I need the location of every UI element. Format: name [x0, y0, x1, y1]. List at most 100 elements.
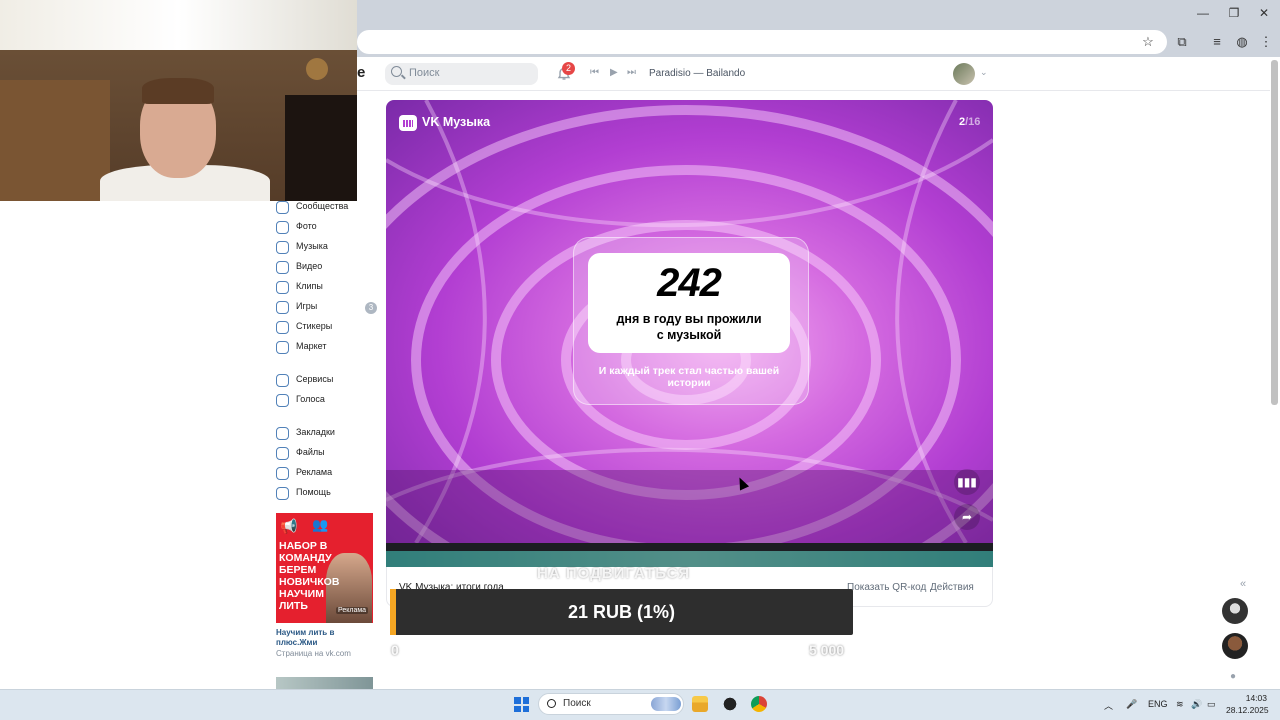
play-icon[interactable]: ▶: [610, 67, 618, 78]
address-field[interactable]: [357, 30, 1167, 54]
sidebar-item-photos[interactable]: Фото: [276, 218, 380, 238]
sidebar-item-market[interactable]: Маркет: [276, 338, 380, 358]
story-counter-total: /16: [965, 116, 981, 128]
gamepad-icon: [276, 301, 289, 314]
games-count-badge: 3: [365, 302, 377, 314]
now-playing-track[interactable]: Paradisio — Bailando: [649, 68, 745, 79]
equalizer-icon[interactable]: ▮▮▮: [954, 469, 980, 495]
obs-icon[interactable]: [722, 696, 738, 712]
language-indicator[interactable]: ENG: [1148, 699, 1168, 709]
search-icon: [547, 699, 556, 708]
chat-avatar[interactable]: [1222, 598, 1248, 624]
ad-headline: НАБОР В КОМАНДУ БЕРЕМ НОВИЧКОВ НАУЧИМ ЛИ…: [279, 540, 340, 612]
media-control-icon[interactable]: ≡: [1208, 33, 1226, 51]
sidebar-item-video[interactable]: Видео: [276, 258, 380, 278]
share-icon[interactable]: ➦: [954, 504, 980, 530]
ad-title[interactable]: Научим лить в плюс.Жми: [276, 628, 376, 648]
next-track-icon[interactable]: ⏭: [627, 67, 636, 78]
profile-icon[interactable]: ◍: [1233, 33, 1251, 51]
sidebar-item-files[interactable]: Файлы: [276, 444, 380, 464]
battery-icon[interactable]: ▭: [1207, 699, 1216, 710]
chevron-up-icon[interactable]: ︿: [1104, 699, 1113, 712]
chevron-double-left-icon[interactable]: «: [1240, 578, 1246, 590]
ad-source: Страница на vk.com: [276, 649, 351, 658]
sidebar-item-label: Закладки: [296, 427, 335, 437]
volume-icon[interactable]: 🔊: [1191, 699, 1202, 710]
search-placeholder: Поиск: [409, 67, 440, 79]
file-explorer-icon[interactable]: [692, 696, 708, 712]
taskbar-search[interactable]: Поиск: [538, 693, 684, 715]
actions-dropdown[interactable]: Действия: [930, 582, 974, 593]
chat-bubble-icon[interactable]: ●: [1230, 671, 1236, 682]
sidebar-item-label: Маркет: [296, 341, 327, 351]
sidebar-item-label: Клипы: [296, 281, 323, 291]
sidebar-item-label: Стикеры: [296, 321, 333, 331]
sidebar-item-label: Голоса: [296, 394, 325, 404]
wifi-icon[interactable]: ≋: [1176, 699, 1184, 710]
windows-start-icon[interactable]: [514, 697, 529, 712]
bag-icon: [276, 341, 289, 354]
show-qr-link[interactable]: Показать QR-код: [847, 582, 926, 593]
sidebar-item-label: Файлы: [296, 447, 325, 457]
sidebar-item-music[interactable]: Музыка: [276, 238, 380, 258]
photo-icon: [276, 221, 289, 234]
chrome-icon[interactable]: [751, 696, 767, 712]
close-icon[interactable]: ✕: [1252, 4, 1276, 22]
sidebar-item-label: Реклама: [296, 467, 333, 477]
minimize-icon[interactable]: —: [1191, 4, 1215, 22]
sidebar-item-label: Сервисы: [296, 374, 334, 384]
coin-icon: [276, 394, 289, 407]
scrollbar[interactable]: [1271, 60, 1278, 405]
donation-progress-bar: 21 RUB (1%): [390, 589, 853, 635]
sidebar-item-bookmarks[interactable]: Закладки: [276, 424, 380, 444]
webcam-overlay: [0, 0, 357, 201]
stat-label-line2: с музыкой: [656, 328, 722, 342]
donation-min: 0: [391, 642, 399, 658]
vk-logo[interactable]: e: [357, 64, 365, 81]
notification-badge: 2: [562, 62, 575, 75]
microphone-icon[interactable]: 🎤: [1126, 699, 1137, 710]
donation-heading: НА ПОДВИГАТЬСЯ: [537, 565, 691, 582]
restore-icon[interactable]: ❐: [1222, 4, 1246, 22]
sidebar-item-stickers[interactable]: Стикеры: [276, 318, 380, 338]
sidebar-item-ads[interactable]: Реклама: [276, 464, 380, 484]
sidebar-item-services[interactable]: Сервисы: [276, 371, 380, 391]
chevron-down-icon[interactable]: ⌄: [980, 67, 988, 78]
sidebar-item-communities[interactable]: Сообщества: [276, 198, 380, 218]
story-viewer[interactable]: VK Музыка 2/16 242 дня в году вы прожили…: [386, 100, 993, 543]
vk-music-logo-icon: [399, 115, 417, 131]
search-highlight-image: [651, 697, 681, 711]
chat-avatar[interactable]: [1222, 633, 1248, 659]
avatar[interactable]: [953, 63, 975, 85]
search-icon: [391, 66, 402, 77]
clock-time[interactable]: 14:03: [1233, 693, 1267, 703]
sidebar-item-help[interactable]: Помощь: [276, 484, 380, 504]
sidebar-item-clips[interactable]: Клипы: [276, 278, 380, 298]
sidebar-item-votes[interactable]: Голоса: [276, 391, 380, 411]
donation-amount: 21 RUB (1%): [567, 602, 676, 622]
sidebar-item-label: Сообщества: [296, 201, 349, 211]
help-icon: [276, 487, 289, 500]
previous-track-icon[interactable]: ⏮: [590, 67, 599, 78]
search-input[interactable]: Поиск: [385, 63, 538, 85]
ad-badge: Реклама: [336, 607, 369, 614]
stat-number: 242: [657, 261, 722, 305]
sidebar-item-label: Музыка: [296, 241, 328, 251]
kebab-menu-icon[interactable]: ⋮: [1257, 33, 1275, 51]
sidebar-item-label: Помощь: [296, 487, 331, 497]
clock-date[interactable]: 28.12.2025: [1226, 705, 1269, 715]
stat-subtitle: И каждый трек стал частью вашей истории: [598, 365, 780, 389]
megaphone-icon: [276, 467, 289, 480]
megaphone-icon: 📢: [280, 518, 298, 534]
bookmark-icon: [276, 427, 289, 440]
extensions-icon[interactable]: ⧉: [1173, 33, 1191, 51]
grid-icon: [276, 374, 289, 387]
video-icon: [276, 261, 289, 274]
star-icon[interactable]: ☆: [1139, 33, 1157, 51]
stat-card: 242 дня в году вы прожили с музыкой: [588, 253, 790, 353]
story-strip: [386, 543, 993, 567]
ad-image-next[interactable]: [276, 677, 373, 689]
file-icon: [276, 447, 289, 460]
sidebar-item-label: Игры: [296, 301, 318, 311]
music-icon: [276, 241, 289, 254]
